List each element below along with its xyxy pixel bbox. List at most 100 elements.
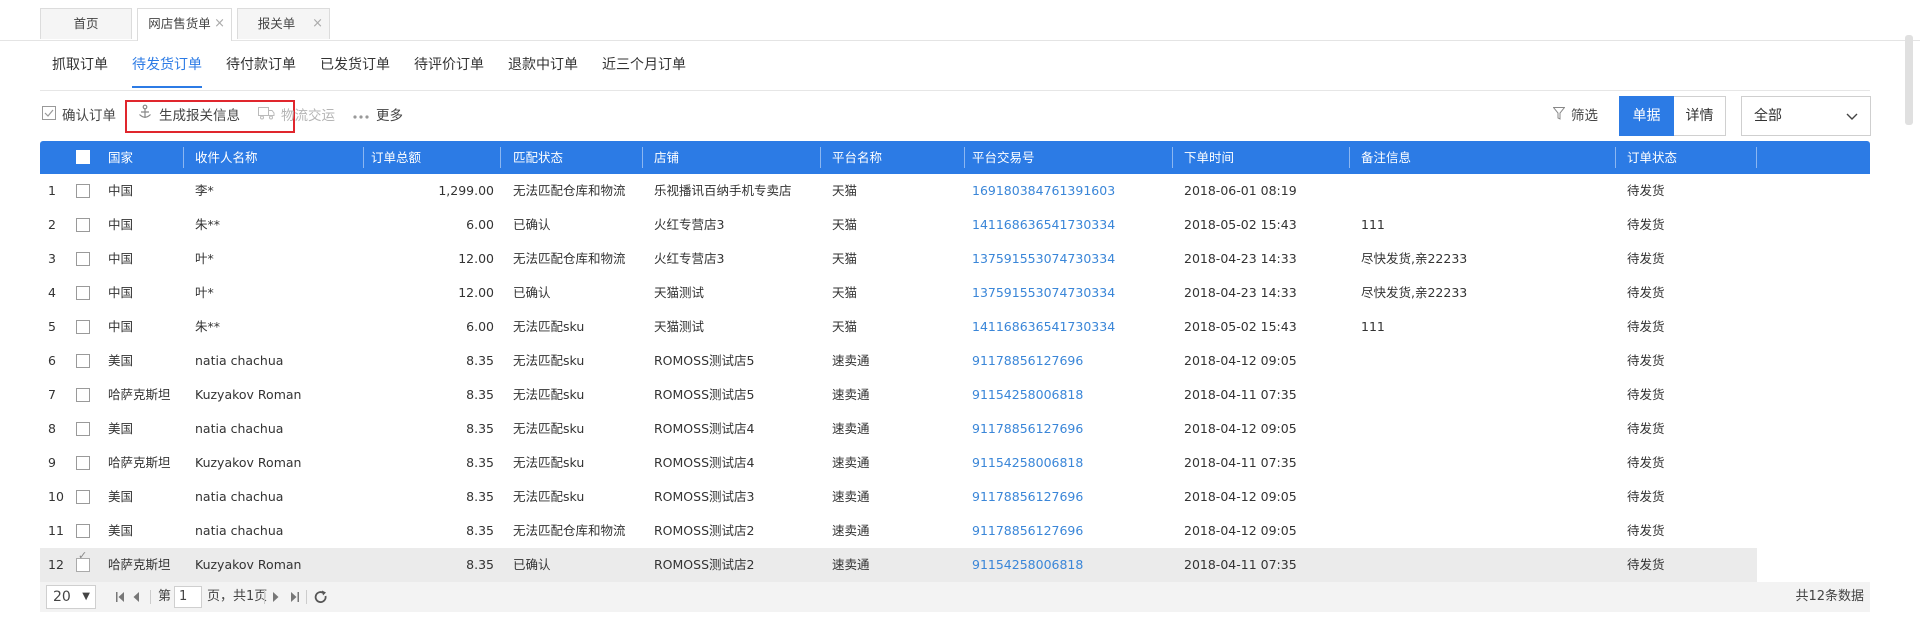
tab-refunding[interactable]: 退款中订单 — [508, 54, 578, 86]
column-divider[interactable] — [1756, 147, 1757, 168]
tab-pending-payment[interactable]: 待付款订单 — [226, 54, 296, 86]
col-country[interactable]: 国家 — [108, 141, 133, 174]
table-row[interactable]: 6 美国 natia chachua 8.35 无法匹配sku ROMOSS测试店5 速卖通… — [40, 344, 1870, 378]
tab-pending-shipment[interactable]: 待发货订单 — [132, 54, 202, 88]
table-row[interactable]: 12 哈萨克斯坦 Kuzyakov Roman 8.35 已确认 ROMOSS测试店2 速卖… — [40, 548, 1870, 582]
order-status-select[interactable]: 全部 — [1741, 96, 1871, 136]
cell-match-status: 无法匹配sku — [513, 489, 585, 504]
cell-trade-no[interactable]: 91178856127696 — [972, 344, 1170, 378]
col-amount[interactable]: 订单总额 — [371, 141, 421, 174]
column-divider[interactable] — [1615, 147, 1616, 168]
refresh-icon[interactable] — [314, 582, 328, 612]
cell-trade-no[interactable]: 137591553074730334 — [972, 242, 1170, 276]
col-platform[interactable]: 平台名称 — [832, 141, 882, 174]
cell-country: 中国 — [108, 217, 134, 232]
cell-country: 美国 — [108, 523, 134, 538]
row-checkbox[interactable] — [76, 354, 90, 368]
table-row[interactable]: 8 美国 natia chachua 8.35 无法匹配sku ROMOSS测试店4 速卖通… — [40, 412, 1870, 446]
tab-last-three-months[interactable]: 近三个月订单 — [602, 54, 686, 86]
row-checkbox[interactable] — [76, 184, 90, 198]
column-divider[interactable] — [820, 147, 821, 168]
first-page-icon[interactable] — [115, 582, 125, 612]
confirm-order-button[interactable]: 确认订单 — [42, 96, 116, 136]
next-page-icon[interactable] — [272, 582, 280, 612]
cell-trade-no[interactable]: 141168636541730334 — [972, 310, 1170, 344]
cell-trade-no[interactable]: 91178856127696 — [972, 412, 1170, 446]
page-size-select[interactable]: 20 ▼ — [46, 585, 96, 609]
row-checkbox[interactable] — [76, 490, 90, 504]
filter-button[interactable]: 筛选 — [1552, 96, 1598, 136]
cell-trade-no[interactable]: 91178856127696 — [972, 480, 1170, 514]
page-number-input[interactable]: 1 — [174, 586, 202, 608]
close-icon[interactable]: × — [312, 9, 323, 39]
tab-pending-review[interactable]: 待评价订单 — [414, 54, 484, 86]
cell-match-status: 无法匹配仓库和物流 — [513, 523, 626, 538]
row-checkbox[interactable] — [76, 524, 90, 538]
row-checkbox[interactable] — [76, 218, 90, 232]
table-row[interactable]: 11 美国 natia chachua 8.35 无法匹配仓库和物流 ROMOSS测试店2… — [40, 514, 1870, 548]
col-match-status[interactable]: 匹配状态 — [513, 141, 563, 174]
row-checkbox[interactable] — [76, 549, 90, 572]
column-divider[interactable] — [500, 147, 501, 168]
cell-country: 中国 — [108, 183, 134, 198]
tab-fetch-orders[interactable]: 抓取订单 — [52, 54, 108, 86]
top-tab-label: 报关单 — [257, 16, 296, 31]
select-all-checkbox[interactable] — [76, 150, 90, 164]
view-single-button[interactable]: 单据 — [1619, 96, 1674, 136]
col-shop[interactable]: 店铺 — [654, 141, 679, 174]
column-divider[interactable] — [1349, 147, 1350, 168]
tab-shipped[interactable]: 已发货订单 — [320, 54, 390, 86]
cell-order-status: 待发货 — [1627, 285, 1665, 300]
cell-remark — [1361, 344, 1613, 378]
more-button[interactable]: 更多 — [352, 96, 403, 136]
row-checkbox[interactable] — [76, 422, 90, 436]
table-row[interactable]: 5 中国 朱** 6.00 无法匹配sku 天猫测试 天猫 14116863654173033… — [40, 310, 1870, 344]
cell-platform: 天猫 — [832, 217, 858, 232]
close-icon[interactable]: × — [214, 9, 225, 39]
cell-order-time: 2018-04-11 07:35 — [1184, 387, 1297, 402]
table-row[interactable]: 4 中国 叶* 12.00 已确认 天猫测试 天猫 137591553074730334 201… — [40, 276, 1870, 310]
table-row[interactable]: 2 中国 朱** 6.00 已确认 火红专营店3 天猫 141168636541730334 2… — [40, 208, 1870, 242]
col-trade-no[interactable]: 平台交易号 — [972, 141, 1035, 174]
column-divider[interactable] — [183, 147, 184, 168]
column-divider[interactable] — [642, 147, 643, 168]
row-checkbox[interactable] — [76, 286, 90, 300]
cell-trade-no[interactable]: 137591553074730334 — [972, 276, 1170, 310]
cell-trade-no[interactable]: 91154258006818 — [972, 446, 1170, 480]
table-row[interactable]: 3 中国 叶* 12.00 无法匹配仓库和物流 火红专营店3 天猫 1375915530747… — [40, 242, 1870, 276]
cell-row-number: 8 — [48, 421, 56, 436]
cell-trade-no[interactable]: 169180384761391603 — [972, 174, 1170, 208]
row-checkbox[interactable] — [76, 456, 90, 470]
top-tab-customs-form[interactable]: 报关单 × — [237, 8, 330, 39]
vertical-scrollbar[interactable] — [1905, 35, 1913, 125]
column-divider[interactable] — [363, 147, 364, 168]
col-remark[interactable]: 备注信息 — [1361, 141, 1411, 174]
row-checkbox[interactable] — [76, 252, 90, 266]
cell-shop: ROMOSS测试店4 — [654, 455, 755, 470]
cell-trade-no[interactable]: 91154258006818 — [972, 378, 1170, 412]
cell-row-number: 5 — [48, 319, 56, 334]
logistics-button[interactable]: 物流交运 — [258, 96, 335, 136]
cell-trade-no[interactable]: 91154258006818 — [972, 548, 1170, 582]
table-row[interactable]: 7 哈萨克斯坦 Kuzyakov Roman 8.35 无法匹配sku ROMOSS测试店… — [40, 378, 1870, 412]
col-order-time[interactable]: 下单时间 — [1184, 141, 1234, 174]
last-page-icon[interactable] — [290, 582, 300, 612]
column-divider[interactable] — [964, 147, 965, 168]
column-divider[interactable] — [1172, 147, 1173, 168]
row-checkbox[interactable] — [76, 388, 90, 402]
col-order-status[interactable]: 订单状态 — [1627, 141, 1677, 174]
cell-trade-no[interactable]: 141168636541730334 — [972, 208, 1170, 242]
top-tab-sales-order[interactable]: 网店售货单 × — [137, 8, 232, 41]
generate-customs-button[interactable]: 生成报关信息 — [137, 96, 240, 136]
row-checkbox[interactable] — [76, 320, 90, 334]
table-row[interactable]: 10 美国 natia chachua 8.35 无法匹配sku ROMOSS测试店3 速卖… — [40, 480, 1870, 514]
cell-trade-no[interactable]: 91178856127696 — [972, 514, 1170, 548]
col-recipient[interactable]: 收件人名称 — [195, 141, 258, 174]
cell-recipient: natia chachua — [195, 421, 284, 436]
table-row[interactable]: 1 中国 李* 1,299.00 无法匹配仓库和物流 乐视播讯百纳手机专卖店 天猫 16918… — [40, 174, 1870, 208]
table-row[interactable]: 9 哈萨克斯坦 Kuzyakov Roman 8.35 无法匹配sku ROMOSS测试店… — [40, 446, 1870, 480]
top-tab-home[interactable]: 首页 — [40, 8, 132, 39]
prev-page-icon[interactable] — [132, 582, 140, 612]
cell-amount: 12.00 — [458, 285, 494, 300]
view-detail-button[interactable]: 详情 — [1674, 96, 1726, 136]
